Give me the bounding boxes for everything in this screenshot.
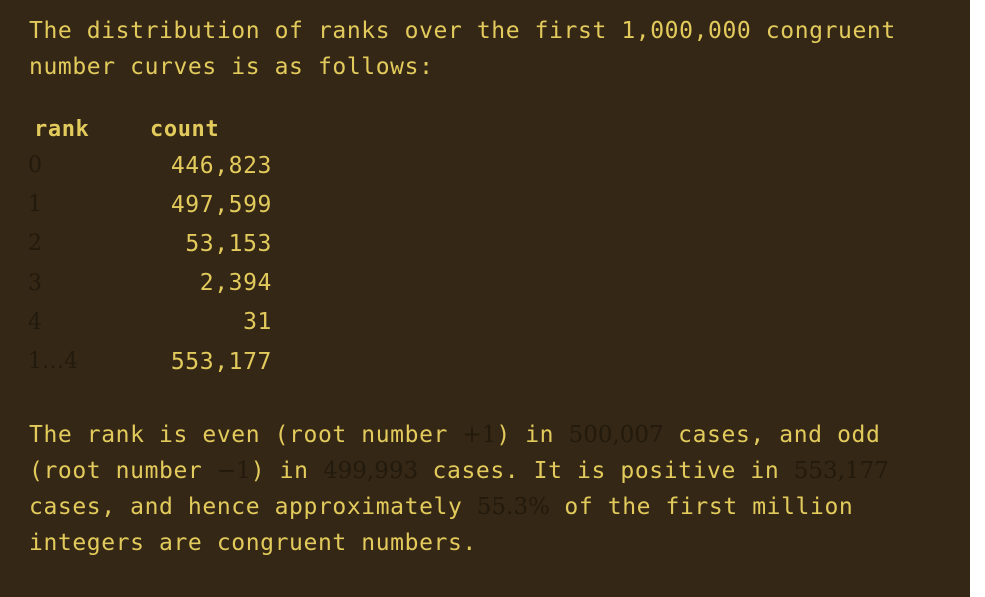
count-cell: 446,823	[170, 152, 272, 179]
table-header-row: rank count	[28, 112, 272, 146]
rank-column-header: rank	[34, 116, 90, 142]
rank-cell: 4	[28, 309, 42, 335]
intro-paragraph: The distribution of ranks over the first…	[29, 18, 896, 80]
math-odd-count: 499,993	[322, 458, 419, 484]
count-cell: 553,177	[170, 348, 272, 375]
count-column-header: count	[150, 116, 220, 142]
summary-text: The rank is even (root number	[29, 422, 463, 448]
math-even-count: 500,007	[568, 422, 664, 448]
content-panel: The distribution of ranks over the first…	[0, 0, 970, 597]
math-percentage: 55.3%	[476, 494, 550, 520]
count-cell: 31	[243, 309, 272, 336]
count-cell: 2,394	[199, 270, 272, 297]
table-row: 4 31	[28, 303, 272, 342]
math-positive-count: 553,177	[793, 458, 889, 484]
count-cell: 53,153	[185, 230, 272, 257]
summary-text: ) in	[250, 458, 323, 484]
rank-cell: 3	[28, 270, 42, 296]
table-row: 3 2,394	[28, 264, 272, 303]
summary-paragraph: The rank is even (root number +1) in 500…	[29, 417, 949, 561]
rank-cell: 0	[28, 153, 42, 179]
summary-text: ) in	[496, 422, 569, 448]
rank-cell: 1…4	[28, 349, 78, 375]
table-row: 1 497,599	[28, 185, 272, 224]
table-row: 2 53,153	[28, 224, 272, 263]
rank-table: rank count 0 446,823 1 497,599 2 53,153 …	[28, 112, 272, 381]
table-row: 1…4 553,177	[28, 342, 272, 381]
table-row: 0 446,823	[28, 146, 272, 185]
summary-text: cases. It is positive in	[418, 458, 794, 484]
rank-cell: 1	[28, 192, 42, 218]
math-minus-one: −1	[216, 458, 251, 484]
rank-cell: 2	[28, 231, 42, 257]
summary-text: cases, and hence approximately	[29, 494, 477, 520]
count-cell: 497,599	[170, 191, 272, 218]
math-plus-one: +1	[462, 422, 497, 448]
